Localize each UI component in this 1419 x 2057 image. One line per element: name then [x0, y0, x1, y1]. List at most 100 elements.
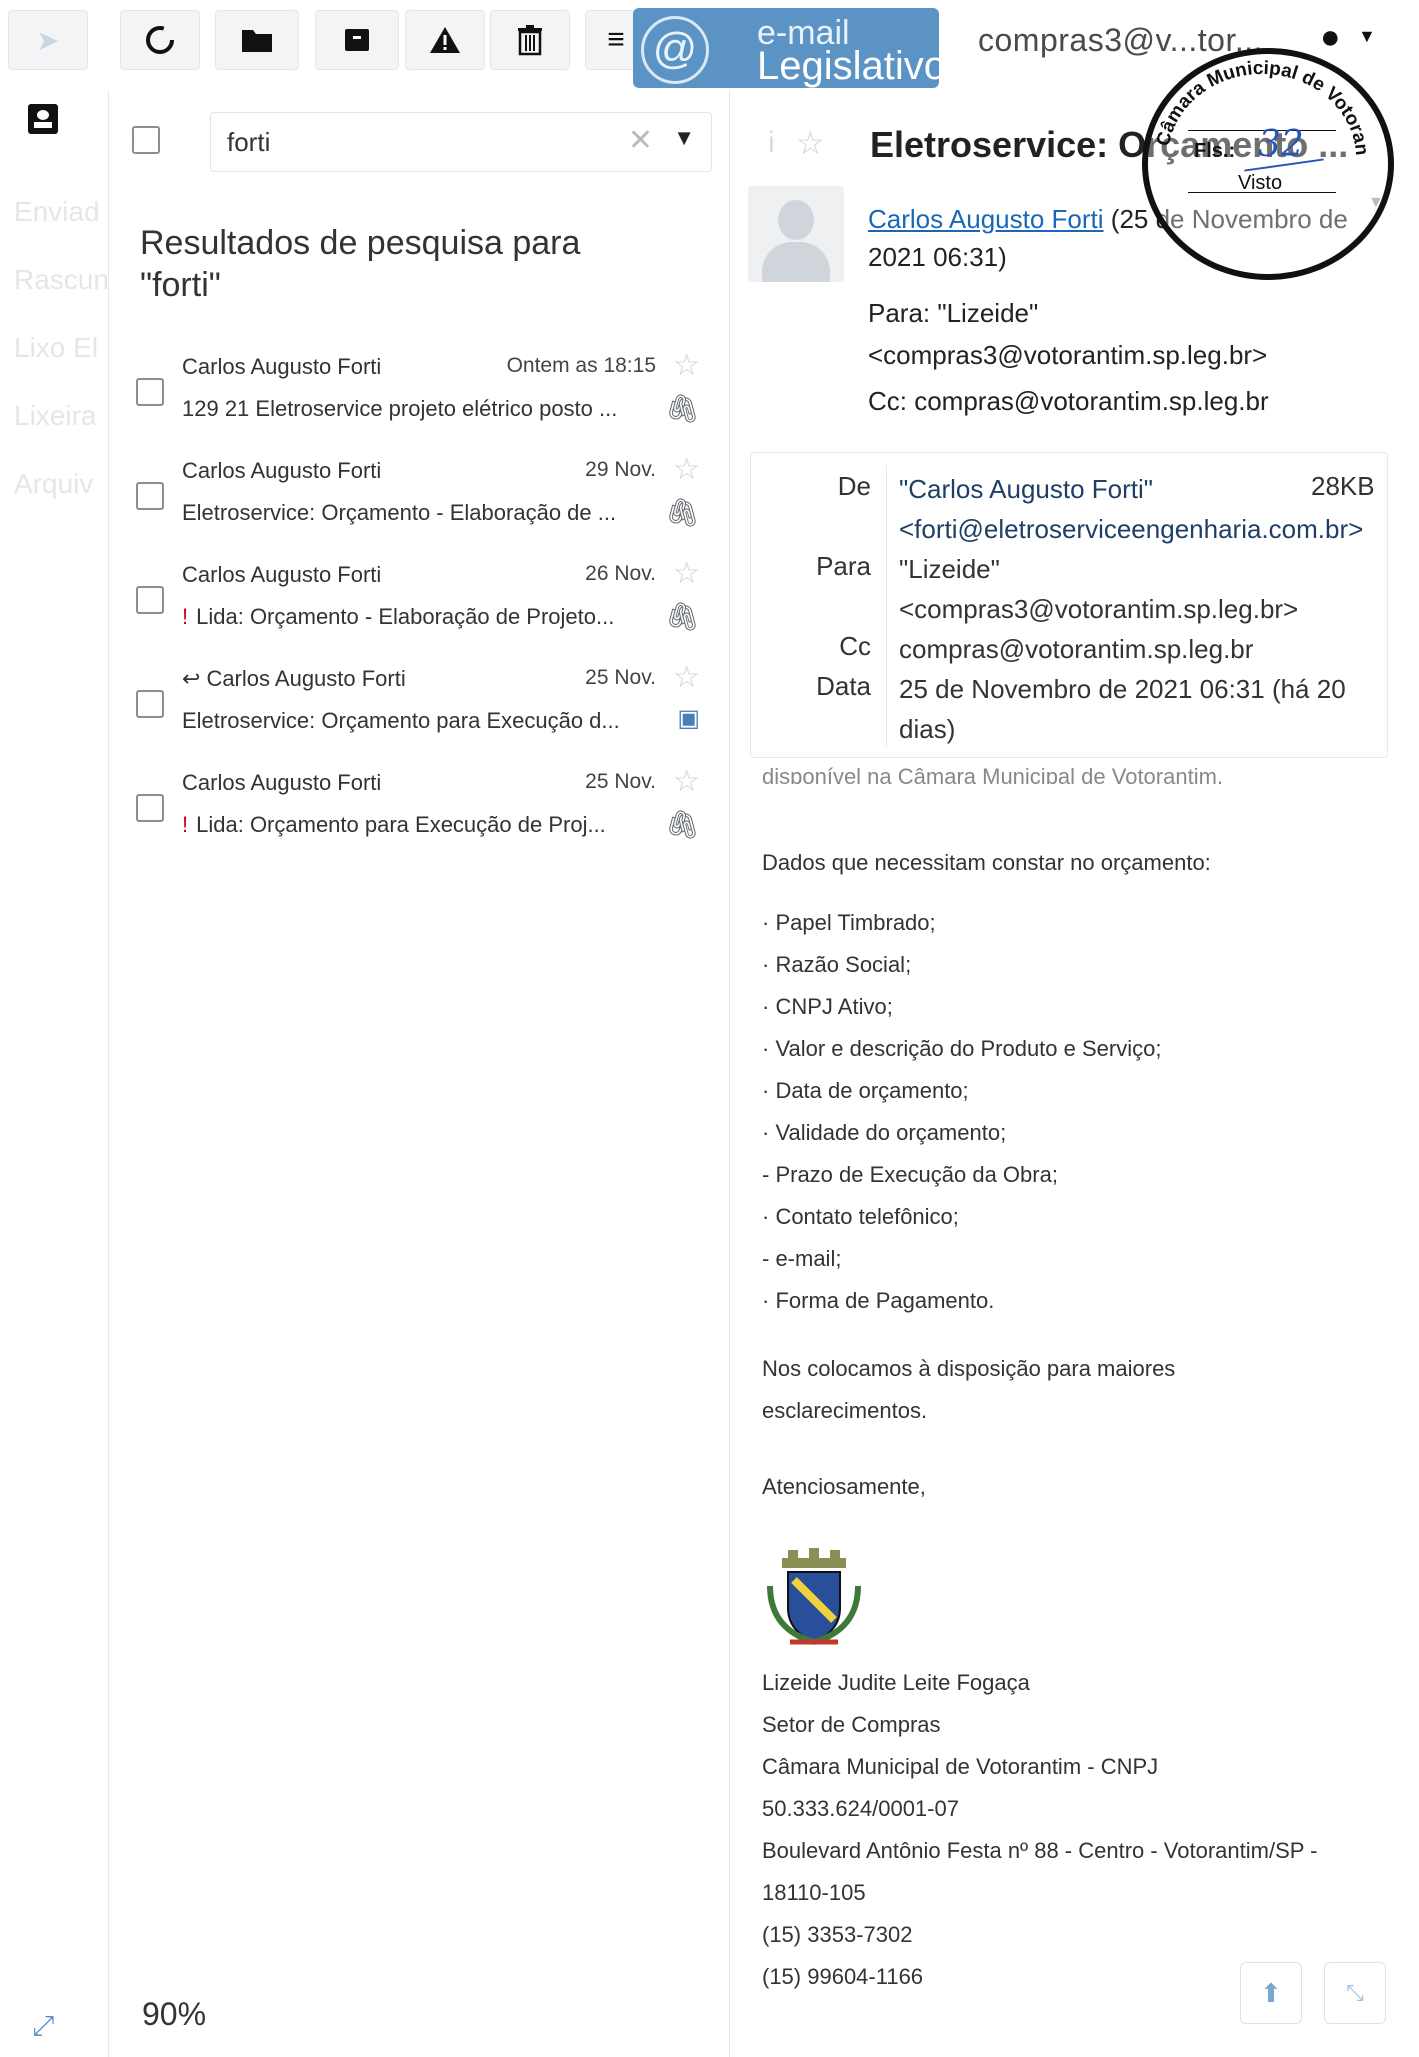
- message-sender: Carlos Augusto Forti: [182, 562, 382, 587]
- message-date: 26 Nov.: [585, 562, 656, 585]
- list-item[interactable]: ↩ Carlos Augusto Forti 25 Nov. ☆ Eletrose…: [128, 661, 718, 766]
- signature-phone: (15) 3353-7302: [762, 1922, 913, 1947]
- archive-icon: [345, 29, 369, 51]
- info-icon[interactable]: i: [768, 126, 775, 160]
- message-checkbox[interactable]: [136, 690, 164, 718]
- list-item[interactable]: Carlos Augusto Forti 26 Nov. ☆ ! Lida: Or…: [128, 557, 718, 662]
- star-icon[interactable]: ☆: [673, 556, 700, 591]
- scroll-top-button[interactable]: ⬆: [1240, 1962, 1302, 2024]
- header-value-cc: compras@votorantim.sp.leg.br: [899, 634, 1254, 664]
- message-subject: Eletroservice: Orçamento - Elaboração de…: [182, 500, 617, 525]
- from-name-link[interactable]: Carlos Augusto Forti: [868, 204, 1104, 234]
- arrow-up-icon: ⬆: [1260, 1977, 1282, 2008]
- clear-search-icon[interactable]: ✕: [628, 123, 653, 158]
- chevron-down-icon[interactable]: ▼: [1358, 26, 1376, 47]
- to-line: Para: "Lizeide" <compras3@votorantim.sp.…: [868, 298, 1268, 370]
- message-date: 29 Nov.: [585, 458, 656, 481]
- replied-icon: ↩: [182, 666, 201, 691]
- message-size: 28KB: [1311, 471, 1375, 501]
- header-value-to: "Lizeide" <compras3@votorantim.sp.leg.br…: [899, 554, 1299, 624]
- list-item[interactable]: Carlos Augusto Forti 29 Nov. ☆ Eletroser…: [128, 453, 718, 558]
- message-subject-text: Lida: Orçamento para Execução de Proj...: [196, 812, 606, 837]
- star-icon[interactable]: ☆: [673, 660, 700, 695]
- star-icon[interactable]: ☆: [673, 764, 700, 799]
- message-intro: Dados que necessitam constar no orçament…: [762, 850, 1211, 875]
- closing-text: Nos colocamos à disposição para maiores …: [762, 1356, 1176, 1423]
- signature-cnpj: 50.333.624/0001-07: [762, 1796, 959, 1821]
- zoom-level[interactable]: 90%: [142, 1996, 206, 2033]
- message-cut-line: disponível na Câmara Municipal de Votora…: [762, 764, 1224, 784]
- list-item: · Validade do orçamento;: [762, 1120, 1007, 1145]
- stamp-fls-number: 32: [1258, 124, 1304, 165]
- select-all-checkbox[interactable]: [132, 126, 160, 154]
- message-checkbox[interactable]: [136, 378, 164, 406]
- move-folder-button[interactable]: [215, 10, 299, 70]
- nav-item-trash[interactable]: Lixeira: [14, 400, 96, 432]
- attachment-icon: 🖇: [664, 809, 700, 840]
- at-sign-icon: @: [641, 16, 709, 84]
- nav-item-sent[interactable]: Enviad: [14, 196, 100, 228]
- nav-item-drafts[interactable]: Rascun: [14, 264, 109, 296]
- list-item: · CNPJ Ativo;: [762, 994, 893, 1019]
- message-sender: Carlos Augusto Forti: [182, 770, 382, 795]
- flag-icon: !: [182, 812, 189, 837]
- stamp-visto: Visto: [1238, 172, 1283, 194]
- nav-item-archive[interactable]: Arquiv: [14, 468, 93, 500]
- list-item: · Contato telefônico;: [762, 1204, 959, 1229]
- requirements-list: · Papel Timbrado; · Razão Social; · CNPJ…: [762, 902, 1382, 1322]
- folder-icon: [242, 30, 272, 52]
- nav-item-junk[interactable]: Lixo El: [14, 332, 98, 364]
- refresh-button[interactable]: [120, 10, 200, 70]
- email-legislativo-logo: @ e-mail Legislativo: [633, 8, 939, 88]
- list-item: · Data de orçamento;: [762, 1078, 969, 1103]
- attachment-icon: 🖇: [664, 497, 700, 528]
- message-subject: ! Lida: Orçamento para Execução de Proj..…: [182, 812, 652, 838]
- compose-button[interactable]: ➤: [8, 10, 88, 70]
- search-box[interactable]: forti ✕ ▼: [210, 112, 712, 172]
- message-subject-text: Lida: Orçamento - Elaboração de Projeto.…: [196, 604, 615, 629]
- search-input[interactable]: forti: [227, 127, 270, 158]
- star-icon[interactable]: ☆: [673, 452, 700, 487]
- star-icon[interactable]: ☆: [673, 348, 700, 383]
- signature-zip: 18110-105: [762, 1880, 866, 1905]
- spam-button[interactable]: [405, 10, 485, 70]
- user-icon[interactable]: ●: [1320, 18, 1341, 57]
- message-sender: Carlos Augusto Forti: [206, 666, 406, 691]
- delete-button[interactable]: [490, 10, 570, 70]
- message-sender: Carlos Augusto Forti: [182, 458, 382, 483]
- message-checkbox[interactable]: [136, 794, 164, 822]
- list-item: - e-mail;: [762, 1246, 842, 1271]
- refresh-icon: [146, 26, 174, 54]
- header-label-from: De: [837, 471, 871, 501]
- fullscreen-icon: ⤡: [1346, 1980, 1364, 2005]
- fullscreen-button[interactable]: ⤡: [1324, 1962, 1386, 2024]
- list-item: · Forma de Pagamento.: [762, 1288, 995, 1313]
- official-stamp: Câmara Municipal de Votorantim Fls.: 32 …: [1142, 48, 1394, 280]
- signature-department: Setor de Compras: [762, 1712, 941, 1737]
- message-subject: ! Lida: Orçamento - Elaboração de Projeto…: [182, 604, 652, 630]
- archive-button[interactable]: [315, 10, 399, 70]
- list-item[interactable]: Carlos Augusto Forti Ontem as 18:15 ☆ 12…: [128, 349, 718, 454]
- signature-address: Boulevard Antônio Festa nº 88 - Centro -…: [762, 1838, 1318, 1863]
- expand-icon[interactable]: ⤢: [32, 2010, 54, 2043]
- message-checkbox[interactable]: [136, 482, 164, 510]
- warning-icon: [430, 27, 460, 53]
- signature-name: Lizeide Judite Leite Fogaça: [762, 1670, 1030, 1695]
- stamp-fls-label: Fls.:: [1194, 140, 1236, 162]
- list-item[interactable]: Carlos Augusto Forti 25 Nov. ☆ ! Lida: Or…: [128, 765, 718, 870]
- message-checkbox[interactable]: [136, 586, 164, 614]
- coat-of-arms-logo: [767, 1548, 861, 1645]
- message-date: 25 Nov.: [585, 770, 656, 793]
- contacts-icon[interactable]: [28, 104, 58, 134]
- list-item: - Prazo de Execução da Obra;: [762, 1162, 1058, 1187]
- search-options-icon[interactable]: ▼: [673, 125, 695, 151]
- message-subject: 129 21 Eletroservice projeto elétrico po…: [182, 396, 618, 421]
- menu-icon: ≡: [607, 23, 625, 56]
- attachment-icon: 🖇: [664, 601, 700, 632]
- star-icon[interactable]: ☆: [796, 124, 825, 162]
- list-item: · Valor e descrição do Produto e Serviço…: [762, 1036, 1162, 1061]
- list-item: · Razão Social;: [762, 952, 912, 977]
- regards-text: Atenciosamente,: [762, 1474, 926, 1499]
- message-date: 25 Nov.: [585, 666, 656, 689]
- image-attachment-icon: ▣: [677, 705, 700, 732]
